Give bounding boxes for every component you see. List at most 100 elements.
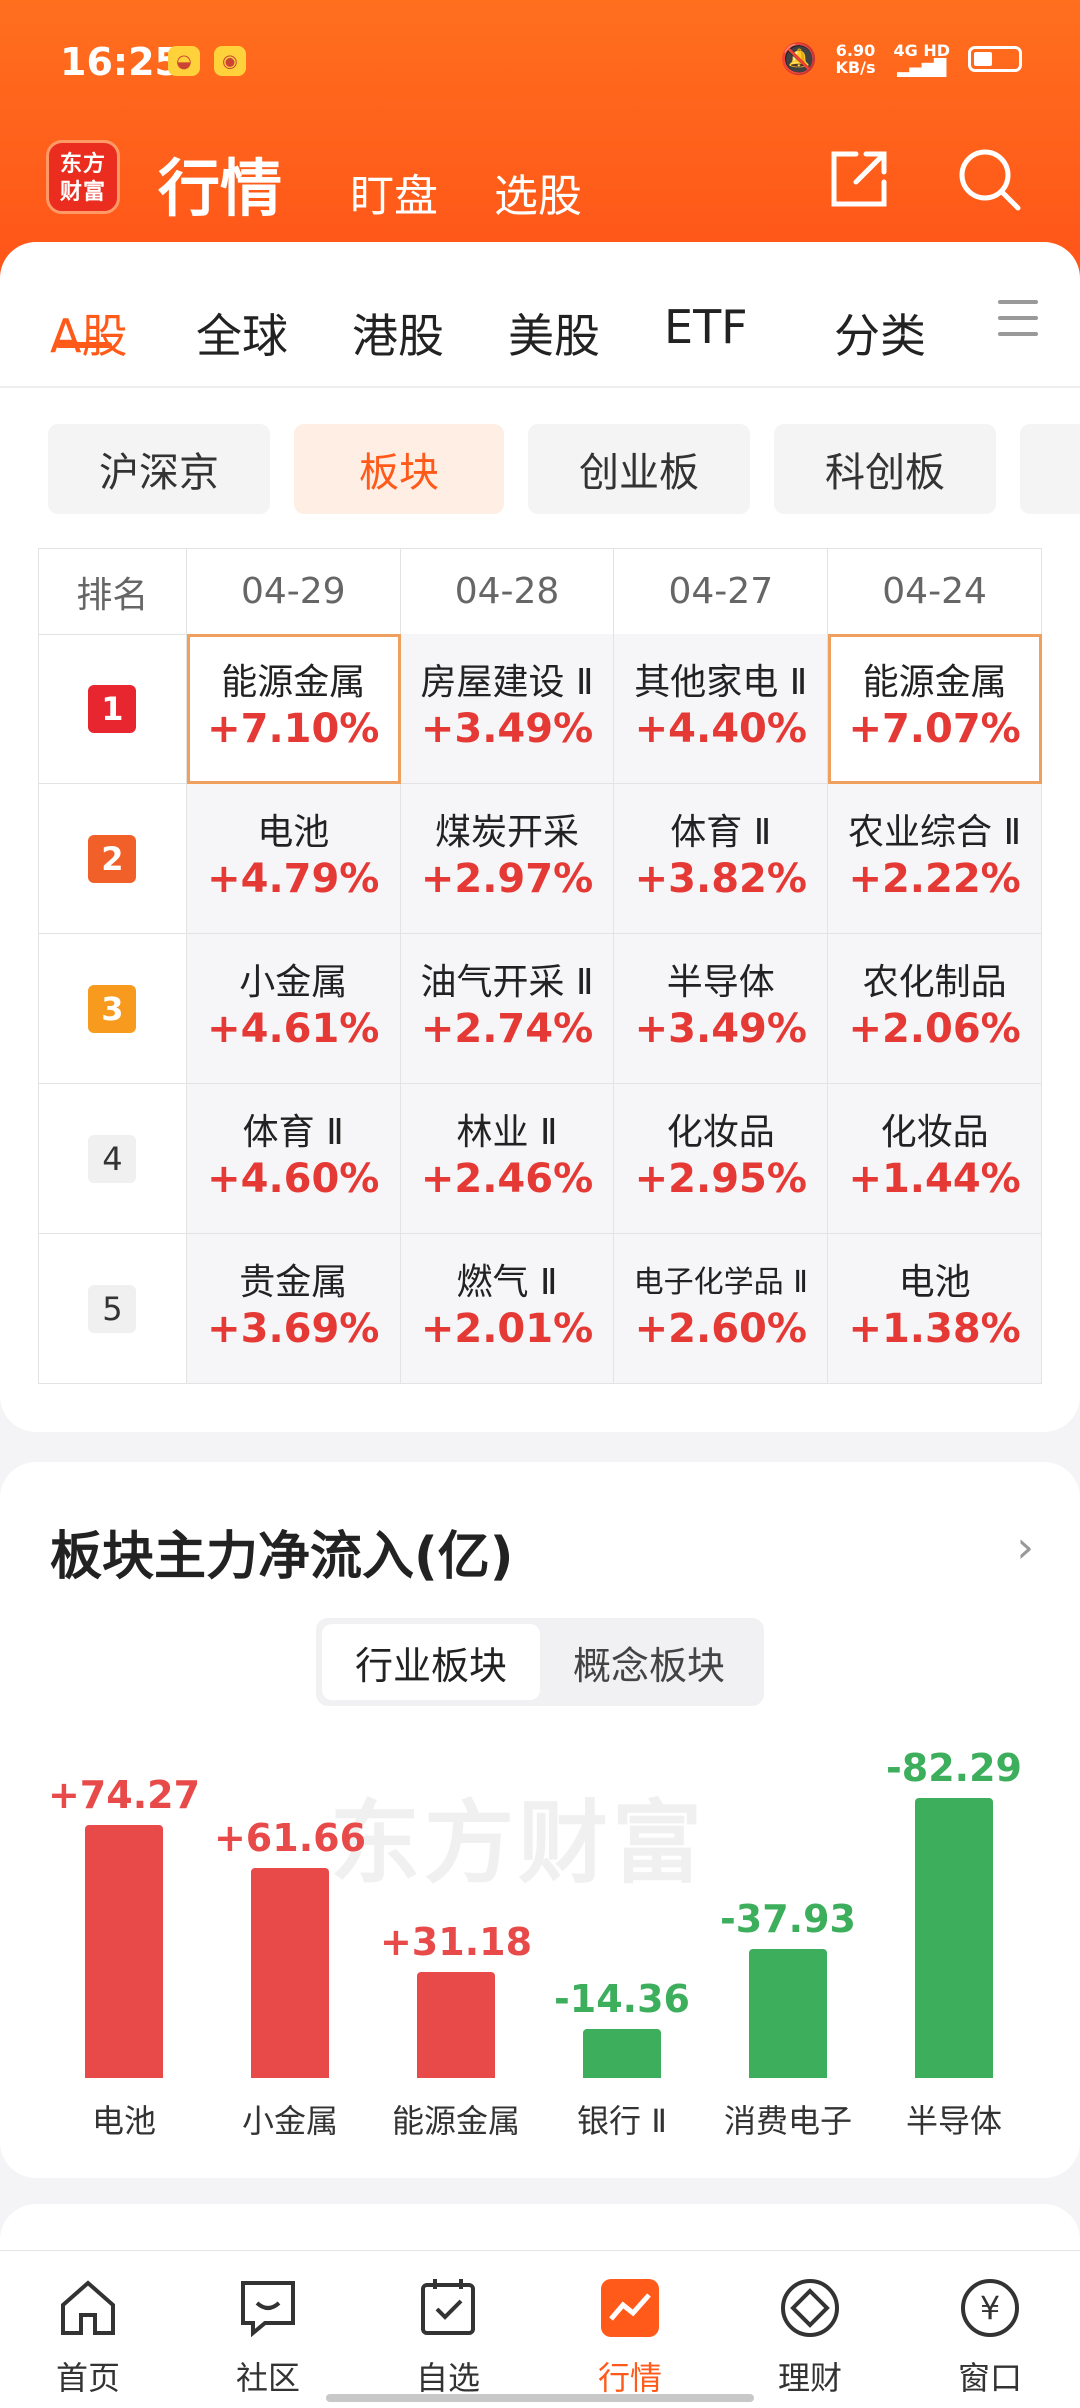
- table-row: 2 电池 +4.79% 煤炭开采 +2.97% 体育 Ⅱ +3.82% 农业综合 Ⅱ +2.22…: [38, 784, 1042, 934]
- seg-industry[interactable]: 行业板块: [322, 1624, 540, 1700]
- nav-wealth[interactable]: 理财: [740, 2275, 880, 2399]
- sector-cell[interactable]: 能源金属 +7.10%: [186, 634, 401, 784]
- tab-global[interactable]: 全球: [196, 300, 288, 366]
- rank-badge: 4: [88, 1134, 137, 1183]
- sector-cell[interactable]: 体育 Ⅱ +3.82%: [614, 784, 829, 934]
- sector-cell[interactable]: 油气开采 Ⅱ +2.74%: [400, 934, 615, 1084]
- bar-value-label: -82.29: [886, 1746, 1022, 1791]
- rank-badge: 2: [88, 834, 137, 883]
- share-icon[interactable]: [826, 146, 892, 212]
- sector-cell[interactable]: 燃气 Ⅱ +2.01%: [400, 1234, 615, 1384]
- sector-name: 化妆品: [880, 1112, 989, 1153]
- tab-a-share[interactable]: A股: [50, 300, 127, 366]
- sector-cell[interactable]: 体育 Ⅱ +4.60%: [186, 1084, 401, 1234]
- tab-hk[interactable]: 港股: [352, 300, 444, 366]
- tab-category[interactable]: 分类: [834, 300, 926, 366]
- rank-badge: 3: [88, 984, 137, 1033]
- sector-cell[interactable]: 农业综合 Ⅱ +2.22%: [828, 784, 1042, 934]
- rank-cell: 4: [39, 1084, 187, 1234]
- chart-bar: [749, 1949, 827, 2078]
- nav-watch[interactable]: 盯盘: [350, 160, 438, 224]
- sector-change: +2.95%: [634, 1156, 807, 1202]
- table-row: 4 体育 Ⅱ +4.60% 林业 Ⅱ +2.46% 化妆品 +2.95% 化妆品 +1.44%: [38, 1084, 1042, 1234]
- bar-category-label: 消费电子: [723, 2102, 852, 2140]
- sector-change: +2.74%: [420, 1006, 594, 1052]
- nav-window[interactable]: ¥ 窗口: [920, 2275, 1060, 2399]
- sector-change: +4.79%: [207, 856, 380, 902]
- battery-icon: [968, 46, 1022, 72]
- sector-change: +1.38%: [848, 1306, 1021, 1352]
- weibo-icon: ◉: [214, 46, 246, 76]
- chip-hushenjing[interactable]: 沪深京: [48, 424, 270, 514]
- segment-control: 行业板块 概念板块: [316, 1618, 764, 1706]
- table-row: 1 能源金属 +7.10% 房屋建设 Ⅱ +3.49% 其他家电 Ⅱ +4.40% 能源金属 +…: [38, 634, 1042, 784]
- sector-cell[interactable]: 电子化学品 Ⅱ +2.60%: [614, 1234, 829, 1384]
- chip-more[interactable]: [1020, 424, 1080, 514]
- chart-bar: [915, 1798, 993, 2078]
- nav-watchlist[interactable]: 自选: [378, 2275, 518, 2399]
- seg-concept[interactable]: 概念板块: [540, 1624, 758, 1700]
- bar-value-label: +74.27: [47, 1773, 201, 1818]
- bar-category-label: 半导体: [905, 2102, 1002, 2140]
- sector-change: +3.49%: [634, 1006, 807, 1052]
- divider: [0, 386, 1080, 388]
- nav-community[interactable]: 社区: [198, 2275, 338, 2399]
- table-header: 排名 04-29 04-28 04-27 04-24: [38, 548, 1042, 635]
- rank-cell: 5: [39, 1234, 187, 1384]
- sector-name: 小金属: [239, 962, 348, 1003]
- nav-market[interactable]: 行情: [560, 2275, 700, 2399]
- bar-value-label: +61.66: [213, 1816, 367, 1861]
- sector-change: +4.40%: [634, 706, 807, 752]
- checklist-icon: [421, 2279, 475, 2335]
- home-icon: [61, 2280, 115, 2335]
- sector-change: +1.44%: [848, 1156, 1021, 1202]
- svg-text:¥: ¥: [980, 2289, 1000, 2327]
- header-date: 04-24: [828, 549, 1042, 635]
- tab-us[interactable]: 美股: [508, 300, 600, 366]
- sector-name: 电池: [898, 1262, 971, 1303]
- sector-cell[interactable]: 贵金属 +3.69%: [186, 1234, 401, 1384]
- chart-icon: [601, 2279, 659, 2337]
- sector-change: +7.07%: [848, 706, 1021, 752]
- section-title: 板块主力净流入(亿): [50, 1527, 514, 1587]
- page-title[interactable]: 行情: [158, 138, 282, 228]
- chevron-right-icon[interactable]: ›: [1016, 1522, 1034, 1573]
- nav-pick-stock[interactable]: 选股: [494, 160, 582, 224]
- app-logo[interactable]: 东方 财富: [46, 140, 120, 214]
- table-row: 5 贵金属 +3.69% 燃气 Ⅱ +2.01% 电子化学品 Ⅱ +2.60% 电池 +1.38…: [38, 1234, 1042, 1384]
- sector-name: 电子化学品 Ⅱ: [633, 1265, 808, 1300]
- sector-name: 农业综合 Ⅱ: [848, 812, 1022, 853]
- sector-cell[interactable]: 小金属 +4.61%: [186, 934, 401, 1084]
- sector-name: 农化制品: [862, 962, 1007, 1003]
- sector-cell[interactable]: 电池 +1.38%: [828, 1234, 1042, 1384]
- search-icon[interactable]: [956, 146, 1022, 212]
- sector-cell[interactable]: 化妆品 +1.44%: [828, 1084, 1042, 1234]
- rank-cell: 2: [39, 784, 187, 934]
- bar-category-label: 电池: [91, 2102, 156, 2140]
- sector-cell[interactable]: 半导体 +3.49%: [614, 934, 829, 1084]
- sector-name: 体育 Ⅱ: [242, 1112, 344, 1153]
- tab-etf[interactable]: ETF: [664, 300, 748, 354]
- rank-cell: 3: [39, 934, 187, 1084]
- menu-icon[interactable]: [998, 300, 1038, 348]
- notification-app-icon: ◒: [168, 46, 200, 76]
- sector-cell[interactable]: 房屋建设 Ⅱ +3.49%: [400, 634, 615, 784]
- sector-change: +2.60%: [634, 1306, 807, 1352]
- chip-sector[interactable]: 板块: [294, 424, 504, 514]
- sector-cell[interactable]: 其他家电 Ⅱ +4.40%: [614, 634, 829, 784]
- sector-name: 贵金属: [239, 1262, 348, 1303]
- sector-cell[interactable]: 农化制品 +2.06%: [828, 934, 1042, 1084]
- sector-cell[interactable]: 林业 Ⅱ +2.46%: [400, 1084, 615, 1234]
- sector-change: +3.82%: [634, 856, 807, 902]
- net-speed: 6.90 KB/s: [835, 41, 876, 77]
- sector-cell[interactable]: 电池 +4.79%: [186, 784, 401, 934]
- sector-ranking-table: 排名 04-29 04-28 04-27 04-24 1 能源金属 +7.10% 房屋…: [38, 548, 1042, 1384]
- chip-star-market[interactable]: 科创板: [774, 424, 996, 514]
- rank-badge: 1: [88, 684, 137, 733]
- nav-home[interactable]: 首页: [18, 2275, 158, 2399]
- bar-value-label: +31.18: [379, 1919, 533, 1964]
- sector-cell[interactable]: 能源金属 +7.07%: [828, 634, 1042, 784]
- sector-cell[interactable]: 化妆品 +2.95%: [614, 1084, 829, 1234]
- chip-chinext[interactable]: 创业板: [528, 424, 750, 514]
- sector-cell[interactable]: 煤炭开采 +2.97%: [400, 784, 615, 934]
